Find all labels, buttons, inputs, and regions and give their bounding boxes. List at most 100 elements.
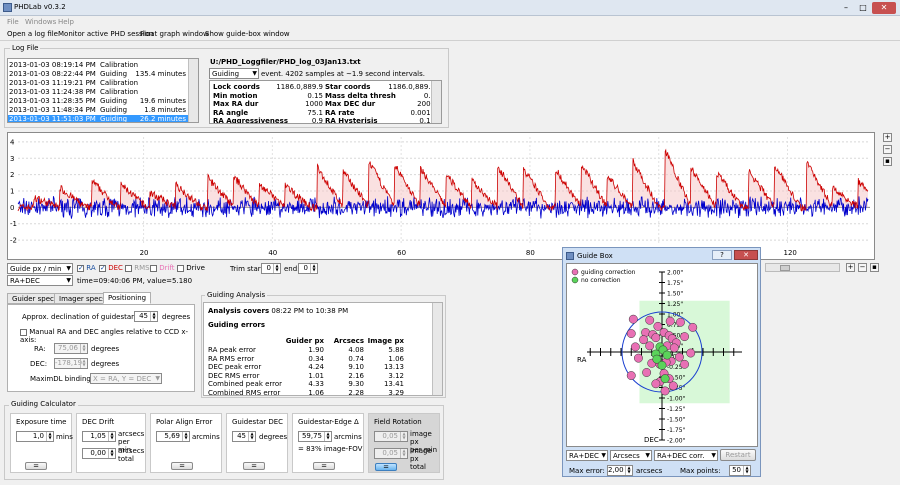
dec-drift-total-input[interactable]: 0,00 ▲ ▼ [82,448,116,459]
scroll-thumb[interactable] [780,265,790,271]
max-points-input[interactable]: 50 ▲ ▼ [729,465,751,476]
field-rot-input[interactable]: 0,05 ▲ ▼ [374,431,408,442]
x-tick-label: 40 [268,249,277,257]
rms-checkbox[interactable] [125,264,132,272]
maximize-icon[interactable]: □ [855,2,871,14]
event-type-select[interactable]: Guiding ▼ [209,68,259,79]
log-dur: 1.8 minutes [144,106,186,114]
drift-toggle[interactable]: Drift [150,264,175,272]
drive-checkbox[interactable] [177,264,184,272]
guiding-point [626,329,636,339]
spin-arrows-icon[interactable]: ▲ ▼ [108,449,115,458]
open-log-button[interactable]: Open a log file [7,30,58,38]
stats-scrollbar[interactable] [431,81,441,123]
spin-arrows-icon[interactable]: ▲ ▼ [108,432,115,441]
x-zoom-out-icon[interactable]: − [858,263,867,272]
polar-eq-button[interactable]: = [171,462,193,470]
exposure-eq-button[interactable]: = [25,462,47,470]
dec-checkbox[interactable] [99,264,106,272]
ra-angle-input[interactable]: 75,06 ▲ ▼ [54,343,88,354]
dec-drift-input[interactable]: 1,05 ▲ ▼ [82,431,116,442]
zoom-out-icon[interactable]: − [883,145,892,154]
help-icon[interactable]: ? [712,250,732,260]
spin-arrows-icon[interactable]: ▲ ▼ [182,432,189,441]
menu-windows[interactable]: Windows [25,18,56,26]
graph-hscroll[interactable] [765,263,840,272]
zoom-reset-icon[interactable]: ▪ [883,157,892,166]
list-item[interactable]: 2013-01-03 11:48:34 PM Guiding 1.8 minutes [8,106,188,115]
edge-input[interactable]: 59,75 ▲ ▼ [298,431,332,442]
field-rot-total-input[interactable]: 0,05 ▲ ▼ [374,448,408,459]
chevron-down-icon: ▼ [252,70,257,77]
minimize-icon[interactable]: – [838,2,854,14]
restart-button[interactable]: Restart [720,449,756,461]
show-guidebox-button[interactable]: Show guide-box window [205,30,290,38]
ra-checkbox[interactable] [77,264,84,272]
menu-help[interactable]: Help [58,18,74,26]
maxim-bindings-select[interactable]: X = RA, Y = DEC ▼ [90,373,162,384]
tab-positioning[interactable]: Positioning [103,292,152,304]
trim-start-input[interactable]: 0 ▲ ▼ [261,263,281,274]
edge-eq-button[interactable]: = [313,462,335,470]
spin-arrows-icon[interactable]: ▲ ▼ [248,432,255,441]
spin-arrows-icon[interactable]: ▲ ▼ [80,359,87,368]
dec-angle-input[interactable]: -178,19 ▲ ▼ [54,358,88,369]
stat-cell: Max RA dur [213,100,259,108]
list-item[interactable]: 2013-01-03 11:51:03 PM Guiding 26.2 minute… [8,115,188,122]
x-zoom-in-icon[interactable]: + [846,263,855,272]
declination-input[interactable]: 45 ▲ ▼ [134,311,158,322]
rms-toggle[interactable]: RMS [125,264,150,272]
log-session-list[interactable]: 2013-01-03 11:51:03 PM Guiding 26.2 minute… [7,58,199,123]
stat-row: Max RA dur 1000 Max DEC dur 2000 [213,100,435,108]
spin-arrows-icon[interactable]: ▲ ▼ [80,344,87,353]
spin-arrows-icon[interactable]: ▲ ▼ [400,449,407,458]
spin-arrows-icon[interactable]: ▲ ▼ [273,264,280,273]
analysis-header: Image px [367,337,404,345]
max-error-input[interactable]: 2,00 ▲ ▼ [607,465,633,476]
drive-toggle[interactable]: Drive [177,264,205,272]
polar-input[interactable]: 5,69 ▲ ▼ [156,431,190,442]
spin-arrows-icon[interactable]: ▲ ▼ [46,432,53,441]
list-item[interactable]: 2013-01-03 11:19:21 PM Calibration [8,79,188,88]
spin-arrows-icon[interactable]: ▲ ▼ [150,312,157,321]
polar-unit: arcmins [192,433,220,441]
guide-graph[interactable]: 43210-1-220406080100120 [7,132,875,260]
legend-nocorr-label: no correction [581,277,621,284]
list-scrollbar[interactable] [188,59,198,122]
spin-arrows-icon[interactable]: ▲ ▼ [400,432,407,441]
x-tick-label: 80 [526,249,535,257]
list-item[interactable]: 2013-01-03 11:28:35 PM Guiding 19.6 minute… [8,97,188,106]
list-item[interactable]: 2013-01-03 11:24:38 PM Calibration [8,88,188,97]
dec-toggle[interactable]: DEC [99,264,123,272]
event-summary: event. 4202 samples at ~1.9 second inter… [261,70,425,78]
scale-select[interactable]: Guide px / min ▼ [7,263,73,274]
list-item[interactable]: 2013-01-03 08:22:44 PM Guiding 135.4 minut… [8,70,188,79]
manual-angles-toggle[interactable]: Manual RA and DEC angles relative to CCD… [20,328,194,344]
spin-arrows-icon[interactable]: ▲ ▼ [625,466,632,475]
gb-unit-select[interactable]: Arcsecs ▼ [610,450,652,461]
manual-angles-checkbox[interactable] [20,328,27,336]
gb-axis-select[interactable]: RA+DEC ▼ [566,450,608,461]
guidestar-dec-input[interactable]: 45 ▲ ▼ [232,431,256,442]
list-item[interactable]: 2013-01-03 08:19:14 PM Calibration [8,61,188,70]
spin-arrows-icon[interactable]: ▲ ▼ [310,264,317,273]
drift-checkbox[interactable] [150,264,157,272]
analysis-scrollbar[interactable] [432,303,442,395]
spin-arrows-icon[interactable]: ▲ ▼ [324,432,331,441]
menu-file[interactable]: File [7,18,19,26]
ra-toggle[interactable]: RA [77,264,96,272]
gb-correction-select[interactable]: RA+DEC corr. ▼ [654,450,718,461]
guide-box-close-icon[interactable]: ✕ [734,250,758,260]
zoom-in-icon[interactable]: + [883,133,892,142]
x-zoom-reset-icon[interactable]: ▪ [870,263,879,272]
exposure-input[interactable]: 1,0 ▲ ▼ [16,431,54,442]
trim-end-input[interactable]: 0 ▲ ▼ [298,263,318,274]
guidestar-dec-eq-button[interactable]: = [243,462,265,470]
close-icon[interactable]: ✕ [872,2,896,14]
chevron-down-icon: ▼ [601,452,606,459]
field-rot-eq-button[interactable]: = [375,463,397,471]
exposure-box: Exposure time 1,0 ▲ ▼ mins = [10,413,73,473]
spin-arrows-icon[interactable]: ▲ ▼ [743,466,750,475]
float-graph-button[interactable]: Float graph window [140,30,209,38]
axis-select[interactable]: RA+DEC ▼ [7,275,73,286]
